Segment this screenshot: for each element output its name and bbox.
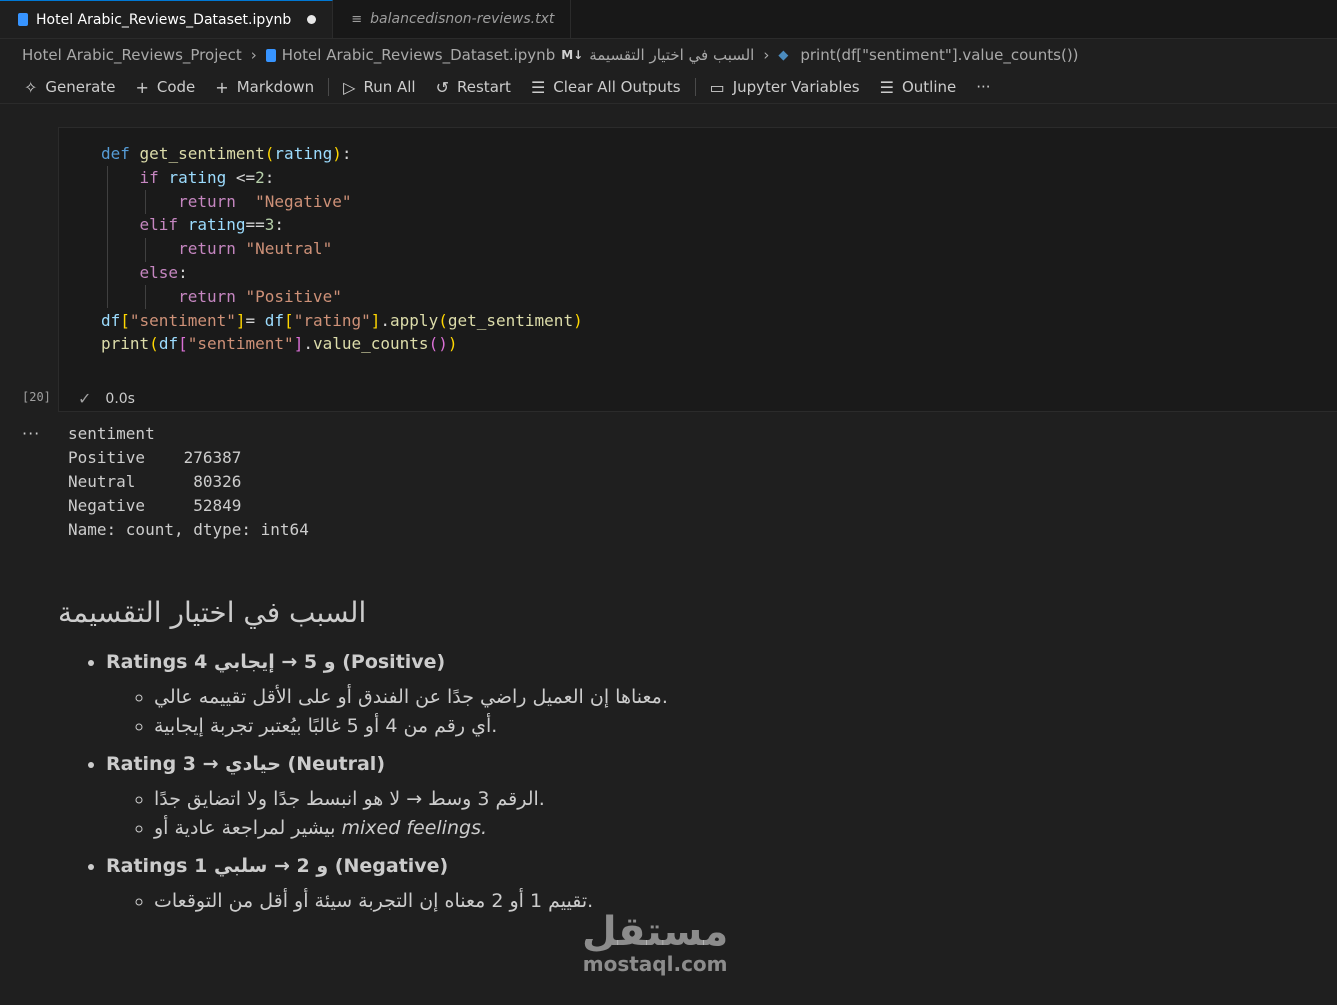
tab-label: balancedisnon-reviews.txt xyxy=(370,11,555,27)
file-lines-icon: ≡ xyxy=(351,11,363,27)
list-item: Ratings 4 و 5 → إيجابي (Positive) معناها… xyxy=(106,651,1278,741)
run-all-button[interactable]: ▷ Run All xyxy=(333,78,425,97)
list-icon: ☰ xyxy=(879,77,894,97)
watermark-latin: mostaql.com xyxy=(582,952,728,976)
tab-notebook[interactable]: Hotel Arabic_Reviews_Dataset.ipynb xyxy=(0,0,334,38)
clear-all-icon: ☰ xyxy=(530,77,546,97)
generate-button[interactable]: ✧ Generate xyxy=(14,78,125,97)
item-title: Rating 3 → حيادي (Neutral) xyxy=(106,753,386,775)
execution-time: 0.0s xyxy=(105,390,135,407)
clear-outputs-button[interactable]: ☰ Clear All Outputs xyxy=(521,78,691,97)
tab-text-file[interactable]: ≡ balancedisnon-reviews.txt xyxy=(333,0,572,38)
code-cell-editor[interactable]: def get_sentiment(rating): if rating <=2… xyxy=(58,127,1337,412)
watermark-arabic: مستقل xyxy=(582,909,729,955)
chevron-right-icon: › xyxy=(250,46,257,64)
chevron-right-icon: › xyxy=(763,46,770,64)
plus-icon: + xyxy=(135,77,149,97)
toolbar-divider xyxy=(694,78,696,96)
tab-label: Hotel Arabic_Reviews_Dataset.ipynb xyxy=(36,11,292,28)
tab-bar: Hotel Arabic_Reviews_Dataset.ipynb ≡ bal… xyxy=(0,0,1337,39)
cell-output: sentiment Positive 276387 Neutral 80326 … xyxy=(68,424,309,539)
sub-list-item: بيشير لمراجعة عادية أو mixed feelings. xyxy=(154,814,1278,843)
breadcrumb: Hotel Arabic_Reviews_Project › Hotel Ara… xyxy=(0,39,1337,71)
toolbar-divider xyxy=(328,78,330,96)
breadcrumb-project[interactable]: Hotel Arabic_Reviews_Project xyxy=(22,46,242,64)
bullet-list: Ratings 4 و 5 → إيجابي (Positive) معناها… xyxy=(58,651,1278,916)
more-actions-button[interactable]: ··· xyxy=(966,78,1000,96)
unsaved-dot-icon[interactable] xyxy=(307,15,317,24)
add-markdown-button[interactable]: + Markdown xyxy=(205,78,324,97)
notebook-toolbar: ✧ Generate + Code + Markdown ▷ Run All ↺ Rest… xyxy=(0,71,1337,104)
code-text[interactable]: def get_sentiment(rating): if rating <=2… xyxy=(101,142,583,356)
list-item: Ratings 1 و 2 → سلبي (Negative) تقييم 1 … xyxy=(106,855,1278,916)
restart-button[interactable]: ↺ Restart xyxy=(426,78,521,97)
run-icon: ▷ xyxy=(343,77,356,97)
markdown-icon: M↓ xyxy=(561,48,584,62)
plus-icon: + xyxy=(215,77,229,97)
breadcrumb-notebook[interactable]: Hotel Arabic_Reviews_Dataset.ipynb xyxy=(282,46,556,64)
cell-status: ✓ 0.0s xyxy=(78,389,135,408)
outline-button[interactable]: ☰ Outline xyxy=(870,78,967,97)
add-code-button[interactable]: + Code xyxy=(125,78,205,97)
breadcrumb-section[interactable]: السبب في اختيار التقسيمة xyxy=(589,46,754,64)
markdown-cell: السبب في اختيار التقسيمة Ratings 4 و 5 →… xyxy=(58,596,1278,928)
sub-list-item: أي رقم من 4 أو 5 غالبًا بيُعتبر تجربة إي… xyxy=(154,712,1278,741)
output-more-button[interactable]: ··· xyxy=(22,424,40,443)
check-icon: ✓ xyxy=(78,389,92,408)
execution-count: [20] xyxy=(22,390,51,404)
item-title: Ratings 1 و 2 → سلبي (Negative) xyxy=(106,855,449,877)
python-icon: ◆ xyxy=(778,47,789,63)
breadcrumb-cell[interactable]: print(df["sentiment"].value_counts()) xyxy=(800,46,1078,64)
notebook-icon xyxy=(18,13,28,26)
notebook-icon xyxy=(265,48,276,62)
list-item: Rating 3 → حيادي (Neutral) الرقم 3 وسط →… xyxy=(106,753,1278,843)
variables-button[interactable]: ▭ Jupyter Variables xyxy=(700,78,870,97)
watermark-logo: مستقل mostaql.com xyxy=(582,912,728,976)
sub-list-item: الرقم 3 وسط → لا هو انبسط جدًا ولا اتضاي… xyxy=(154,785,1278,814)
sparkle-icon: ✧ xyxy=(24,77,38,97)
restart-icon: ↺ xyxy=(435,77,450,97)
sub-list-item: معناها إن العميل راضي جدًا عن الفندق أو … xyxy=(154,683,1278,712)
variables-icon: ▭ xyxy=(709,77,725,97)
markdown-heading: السبب في اختيار التقسيمة xyxy=(58,596,367,629)
item-title: Ratings 4 و 5 → إيجابي (Positive) xyxy=(106,651,446,673)
